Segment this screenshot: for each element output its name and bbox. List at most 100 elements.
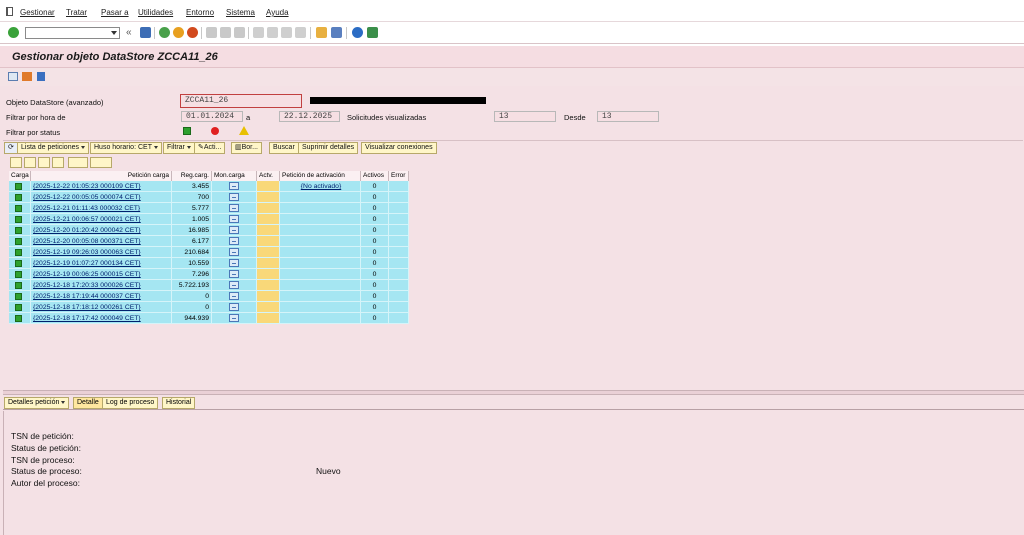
table-row[interactable]: {2025-12-18 17:17:42 000049 CET} 944.939 0 — [9, 313, 409, 324]
load-request-link[interactable]: {2025-12-20 00:05:08 000371 CET} — [31, 236, 172, 247]
monitor-icon[interactable] — [229, 303, 239, 311]
activation-request-link[interactable] — [280, 269, 361, 280]
refresh-button[interactable]: ⟳ — [4, 142, 18, 154]
yellow-warning-icon[interactable] — [239, 126, 249, 135]
monitor-cell[interactable] — [212, 214, 257, 225]
col-header-actv[interactable]: Actv. — [257, 171, 280, 181]
col-header-peticion-carga[interactable]: Petición carga — [31, 171, 172, 181]
table-row[interactable]: {2025-12-19 00:06:25 000015 CET} 7.296 0 — [9, 269, 409, 280]
sort-icon[interactable] — [24, 157, 36, 168]
show-connections-button[interactable]: Visualizar conexiones — [361, 142, 437, 154]
suppress-details-button[interactable]: Suprimir detalles — [298, 142, 359, 154]
command-field[interactable] — [25, 27, 120, 39]
last-page-icon[interactable] — [295, 27, 306, 38]
col-header-reg-carg[interactable]: Reg.carg. — [172, 171, 212, 181]
col-header-error[interactable]: Error — [389, 171, 409, 181]
monitor-cell[interactable] — [212, 225, 257, 236]
activation-request-link[interactable]: {No activado} — [280, 181, 361, 192]
activation-request-link[interactable] — [280, 302, 361, 313]
activation-request-link[interactable] — [280, 247, 361, 258]
red-status-icon[interactable] — [211, 127, 219, 135]
monitor-cell[interactable] — [212, 247, 257, 258]
monitor-cell[interactable] — [212, 181, 257, 192]
monitor-icon[interactable] — [229, 270, 239, 278]
activation-request-link[interactable] — [280, 313, 361, 324]
activation-request-link[interactable] — [280, 291, 361, 302]
datastore-field[interactable]: ZCCA11_26 — [180, 94, 302, 108]
find-next-icon[interactable] — [234, 27, 245, 38]
tab-request-details[interactable]: Detalles petición — [4, 397, 70, 409]
monitor-icon[interactable] — [229, 193, 239, 201]
print-icon[interactable] — [206, 27, 217, 38]
filter-grid-icon[interactable] — [38, 157, 50, 168]
menu-sistema[interactable]: Sistema — [226, 8, 255, 17]
monitor-cell[interactable] — [212, 313, 257, 324]
search-button[interactable]: Buscar — [269, 142, 299, 154]
chevron-down-icon[interactable] — [111, 31, 117, 35]
table-row[interactable]: {2025-12-21 01:11:43 000032 CET} 5.777 0 — [9, 203, 409, 214]
monitor-cell[interactable] — [212, 291, 257, 302]
monitor-icon[interactable] — [229, 314, 239, 322]
date-from-field[interactable]: 01.01.2024 — [181, 111, 243, 122]
load-request-link[interactable]: {2025-12-22 00:05:05 000074 CET} — [31, 192, 172, 203]
col-header-peticion-activacion[interactable]: Petición de activación — [280, 171, 361, 181]
green-status-icon[interactable] — [183, 127, 191, 135]
monitor-icon[interactable] — [229, 226, 239, 234]
monitor-icon[interactable] — [229, 292, 239, 300]
activation-request-link[interactable] — [280, 214, 361, 225]
monitor-icon[interactable] — [229, 259, 239, 267]
activation-request-link[interactable] — [280, 192, 361, 203]
menu-entorno[interactable]: Entorno — [186, 8, 214, 17]
monitor-cell[interactable] — [212, 203, 257, 214]
monitor-cell[interactable] — [212, 192, 257, 203]
tab-history[interactable]: Historial — [162, 397, 196, 409]
monitor-cell[interactable] — [212, 269, 257, 280]
load-request-link[interactable]: {2025-12-18 17:20:33 000026 CET} — [31, 280, 172, 291]
table-row[interactable]: {2025-12-20 01:20:42 000042 CET} 16.985 0 — [9, 225, 409, 236]
load-request-link[interactable]: {2025-12-20 01:20:42 000042 CET} — [31, 225, 172, 236]
exit-icon[interactable] — [173, 27, 184, 38]
monitor-cell[interactable] — [212, 258, 257, 269]
monitor-cell[interactable] — [212, 302, 257, 313]
activate-button[interactable]: ✎Acti... — [194, 142, 226, 154]
menu-pasar-a[interactable]: Pasar a — [101, 8, 129, 17]
table-row[interactable]: {2025-12-21 00:06:57 000021 CET} 1.005 0 — [9, 214, 409, 225]
next-page-icon[interactable] — [281, 27, 292, 38]
info-icon[interactable] — [37, 72, 45, 81]
table-row[interactable]: {2025-12-20 00:05:08 000371 CET} 6.177 0 — [9, 236, 409, 247]
table-row[interactable]: {2025-12-22 01:05:23 000109 CET} 3.455 {No… — [9, 181, 409, 192]
first-page-icon[interactable] — [253, 27, 264, 38]
table-row[interactable]: {2025-12-22 00:05:05 000074 CET} 700 0 — [9, 192, 409, 203]
activation-request-link[interactable] — [280, 203, 361, 214]
load-request-link[interactable]: {2025-12-22 01:05:23 000109 CET} — [31, 181, 172, 192]
menu-tratar[interactable]: Tratar — [66, 8, 87, 17]
save-icon[interactable] — [140, 27, 151, 38]
load-request-link[interactable]: {2025-12-19 01:07:27 000134 CET} — [31, 258, 172, 269]
col-header-activos[interactable]: Activos — [361, 171, 389, 181]
monitor-cell[interactable] — [212, 236, 257, 247]
delete-button[interactable]: ▥Bor... — [231, 142, 262, 154]
activation-request-link[interactable] — [280, 280, 361, 291]
load-request-link[interactable]: {2025-12-21 00:06:57 000021 CET} — [31, 214, 172, 225]
load-request-link[interactable]: {2025-12-21 01:11:43 000032 CET} — [31, 203, 172, 214]
splitter-handle[interactable] — [3, 390, 1024, 395]
col-header-mon-carga[interactable]: Mon.carga — [212, 171, 257, 181]
activation-request-link[interactable] — [280, 225, 361, 236]
enter-icon[interactable] — [8, 27, 19, 38]
requests-shown-field[interactable]: 13 — [494, 111, 556, 122]
col-header-carga[interactable]: Carga — [9, 171, 31, 181]
layout-icon[interactable] — [8, 72, 18, 81]
activation-request-link[interactable] — [280, 258, 361, 269]
table-row[interactable]: {2025-12-18 17:18:12 000261 CET} 0 0 — [9, 302, 409, 313]
monitor-cell[interactable] — [212, 280, 257, 291]
menu-utilidades[interactable]: Utilidades — [138, 8, 173, 17]
load-request-link[interactable]: {2025-12-18 17:17:42 000049 CET} — [31, 313, 172, 324]
cancel-icon[interactable] — [187, 27, 198, 38]
tab-detail[interactable]: Detalle — [73, 397, 103, 409]
load-request-link[interactable]: {2025-12-18 17:18:12 000261 CET} — [31, 302, 172, 313]
from-field[interactable]: 13 — [597, 111, 659, 122]
monitor-icon[interactable] — [229, 237, 239, 245]
details-grid-icon[interactable] — [10, 157, 22, 168]
system-menu-icon[interactable] — [6, 7, 13, 16]
new-session-icon[interactable] — [316, 27, 327, 38]
